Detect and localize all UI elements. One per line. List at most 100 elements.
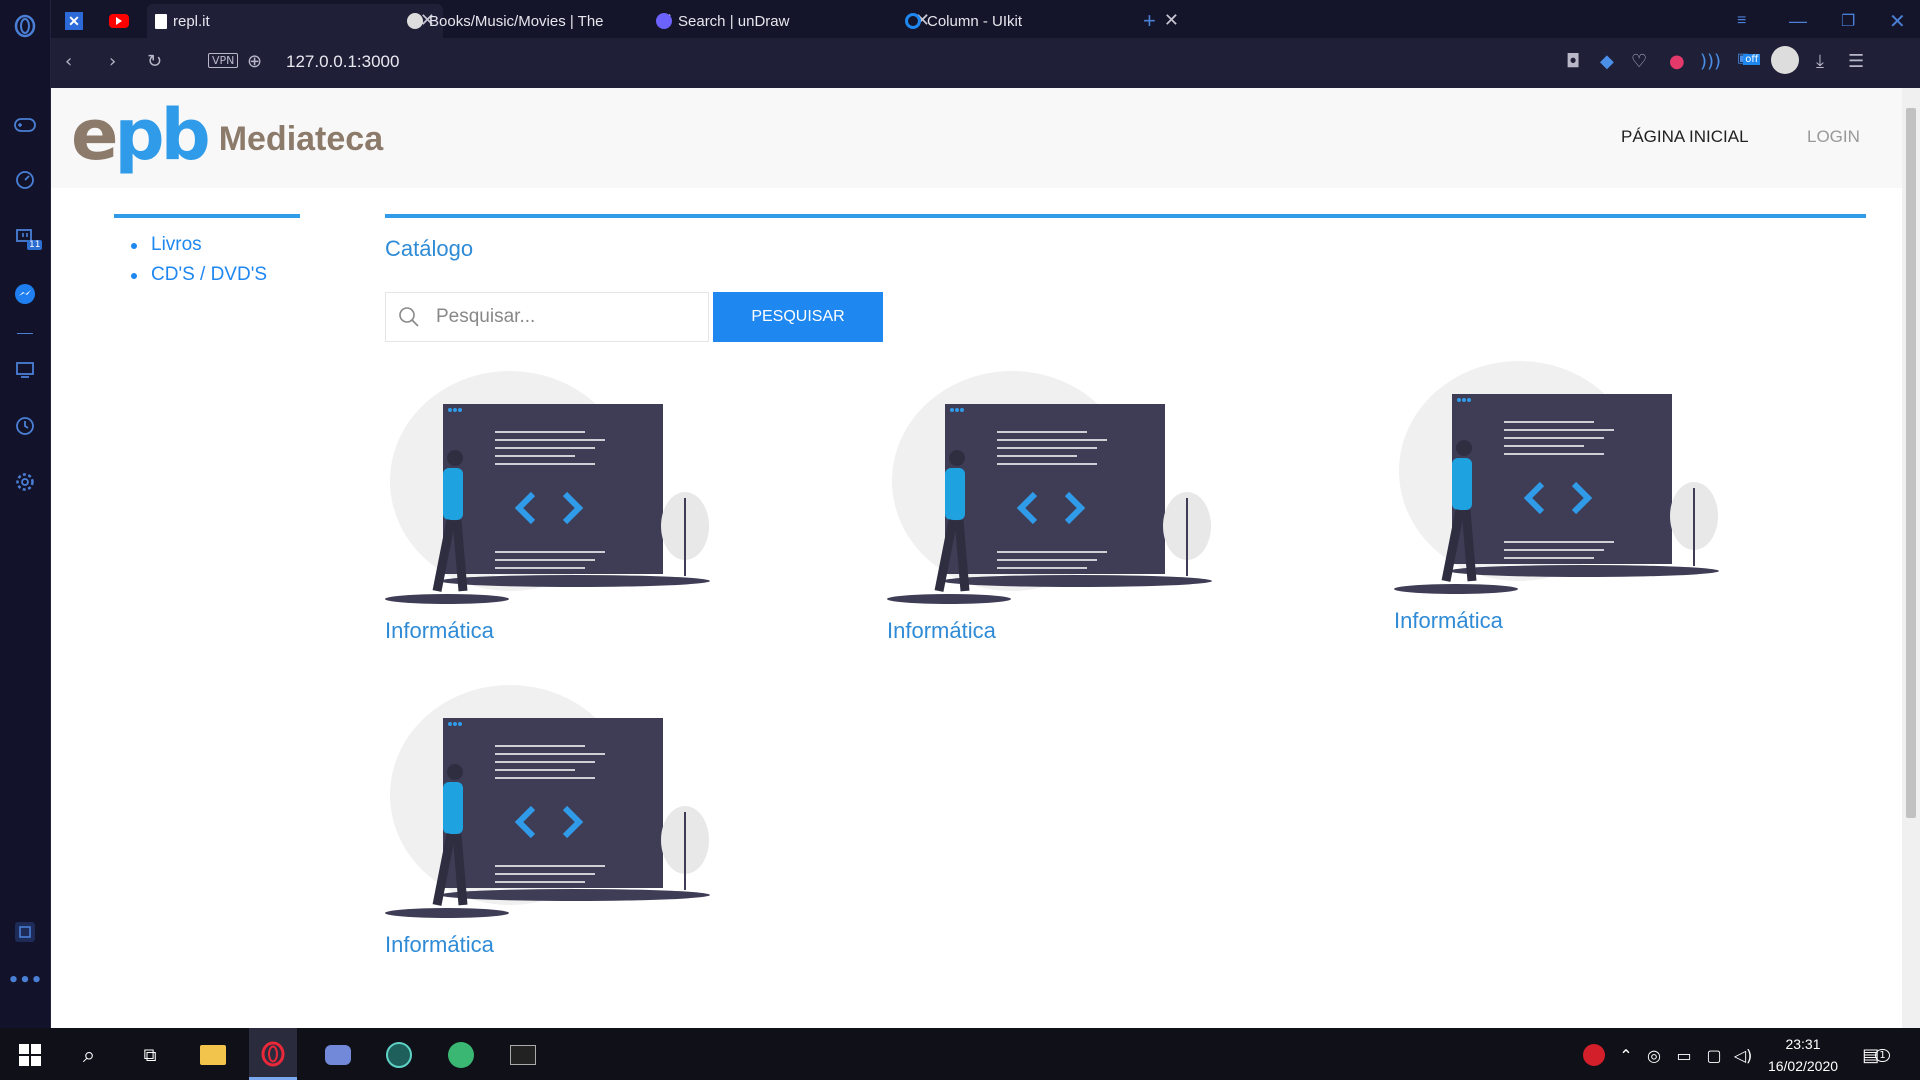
notification-icon[interactable]: ▤ 1: [1862, 1041, 1890, 1069]
minimize-icon[interactable]: —: [1789, 4, 1807, 38]
cpu-icon[interactable]: [13, 920, 37, 944]
page-scrollbar[interactable]: [1902, 88, 1920, 1028]
uikit-icon: [905, 13, 921, 29]
gamepad-icon[interactable]: [13, 113, 37, 137]
restore-icon[interactable]: ❐: [1841, 4, 1855, 38]
site-navbar: epb Mediateca PÁGINA INICIAL LOGIN: [51, 88, 1902, 188]
settings-gear-icon[interactable]: [13, 470, 37, 494]
window-dot: [448, 722, 452, 726]
code-window: [443, 718, 663, 888]
file-explorer-icon[interactable]: [199, 1041, 227, 1069]
reload-icon[interactable]: ↻: [147, 51, 162, 72]
opera-logo-icon[interactable]: [13, 14, 37, 38]
task-view-icon[interactable]: ⧉: [136, 1041, 164, 1069]
camera-icon[interactable]: ◘: [1566, 51, 1580, 72]
card-title[interactable]: Informática: [385, 932, 494, 958]
search-button[interactable]: PESQUISAR: [713, 292, 883, 342]
system-clock[interactable]: 23:31 16/02/2020: [1758, 1033, 1848, 1077]
search-icon: [399, 307, 419, 327]
download-icon[interactable]: ⤓: [1816, 51, 1824, 72]
tab-pinned-x[interactable]: ✕: [65, 4, 91, 38]
sidebar-item-livros[interactable]: Livros: [131, 234, 300, 256]
search-input[interactable]: [436, 293, 706, 341]
battery-tray-icon[interactable]: ▭: [1670, 1041, 1698, 1069]
card-title[interactable]: Informática: [1394, 608, 1503, 634]
terminal-icon[interactable]: [509, 1041, 537, 1069]
web-page: epb Mediateca PÁGINA INICIAL LOGIN Livro…: [51, 88, 1902, 1028]
notification-count: 1: [1875, 1048, 1890, 1062]
x-app-icon: ✕: [65, 12, 83, 30]
window-dot: [453, 408, 457, 412]
heart-icon[interactable]: ♡: [1631, 51, 1647, 72]
catalog-card[interactable]: Informática: [385, 366, 725, 643]
extension-icon[interactable]: ●: [1669, 51, 1685, 72]
code-illustration: [385, 680, 725, 929]
tab-menu-icon[interactable]: ≡: [1737, 4, 1746, 38]
url-field[interactable]: 127.0.0.1:3000: [286, 52, 399, 72]
avatar[interactable]: [1771, 46, 1799, 74]
catalog-card[interactable]: Informática: [887, 366, 1227, 643]
battery-badge: off: [1743, 54, 1761, 65]
new-tab-icon[interactable]: +: [1143, 4, 1156, 38]
discord-icon[interactable]: [324, 1041, 352, 1069]
close-tab-icon[interactable]: ✕: [1164, 10, 1179, 31]
sidebar-divider: [13, 321, 37, 345]
card-title[interactable]: Informática: [385, 618, 494, 644]
close-window-icon[interactable]: ✕: [1889, 4, 1906, 38]
antivirus-tray-icon[interactable]: [1580, 1041, 1608, 1069]
tab-pinned-youtube[interactable]: [109, 4, 135, 38]
history-icon[interactable]: [13, 414, 37, 438]
battery-saver-icon[interactable]: ▣off: [1737, 51, 1761, 66]
file-icon: [155, 13, 167, 29]
network-tray-icon[interactable]: ▢: [1700, 1041, 1728, 1069]
flow-icon[interactable]: ))): [1700, 51, 1721, 72]
address-bar: ‹ › ↻ VPN ⊕ 127.0.0.1:3000 ◘ ◆ ♡ ● ))) ▣…: [51, 38, 1920, 88]
search-box: [385, 292, 709, 342]
window-dot: [960, 408, 964, 412]
person-head: [949, 450, 965, 466]
back-icon[interactable]: ‹: [65, 51, 72, 72]
catalog-card[interactable]: Informática: [385, 680, 725, 957]
person-body: [945, 468, 965, 520]
site-logo[interactable]: epb Mediateca: [71, 100, 383, 170]
globe-icon: ⊕: [247, 51, 263, 72]
messenger-icon[interactable]: [13, 282, 37, 306]
vpn-badge[interactable]: VPN: [208, 53, 239, 68]
easy-setup-icon[interactable]: ☰: [1848, 51, 1864, 72]
undraw-icon: [656, 13, 672, 29]
player-icon[interactable]: [13, 358, 37, 382]
twitch-icon[interactable]: 11: [13, 226, 43, 250]
shield-icon[interactable]: ◆: [1600, 51, 1614, 72]
gitkraken-icon[interactable]: [385, 1041, 413, 1069]
scrollbar-thumb[interactable]: [1906, 108, 1916, 818]
atom-icon[interactable]: [447, 1041, 475, 1069]
page-title: Catálogo: [385, 236, 474, 261]
windows-start-icon[interactable]: [16, 1041, 44, 1069]
catalog-card[interactable]: Informática: [1394, 356, 1734, 633]
steam-tray-icon[interactable]: ◎: [1640, 1041, 1668, 1069]
chevron-up-icon[interactable]: ⌃: [1612, 1041, 1640, 1069]
sidebar-item-cds-dvds[interactable]: CD'S / DVD'S: [131, 264, 300, 286]
opera-taskbar-icon[interactable]: [249, 1028, 297, 1080]
code-illustration: [1394, 356, 1734, 605]
forward-icon[interactable]: ›: [109, 51, 116, 72]
tab-bar: ✕ repl.it ✕ Books/Music/Movies | The ✕ S…: [51, 0, 1920, 38]
volume-tray-icon[interactable]: ◁): [1729, 1041, 1757, 1069]
window-dot: [448, 408, 452, 412]
person-head: [1456, 440, 1472, 456]
card-title[interactable]: Informática: [887, 618, 996, 644]
clock-time: 23:31: [1785, 1036, 1821, 1052]
person-shadow: [385, 908, 509, 918]
search-icon[interactable]: ⌕: [75, 1041, 103, 1069]
more-icon[interactable]: •••: [8, 968, 43, 992]
person-shadow: [1394, 584, 1518, 594]
ground-shadow: [942, 575, 1212, 587]
tab-undraw[interactable]: Search | unDraw ✕: [648, 4, 938, 38]
nav-login[interactable]: LOGIN: [1807, 127, 1860, 147]
tab-books[interactable]: Books/Music/Movies | The ✕: [399, 4, 681, 38]
clock-date: 16/02/2020: [1767, 1058, 1839, 1074]
nav-home[interactable]: PÁGINA INICIAL: [1621, 127, 1749, 147]
window-dot: [458, 408, 462, 412]
speed-dial-icon[interactable]: [13, 168, 37, 192]
person-leg: [1461, 509, 1477, 582]
